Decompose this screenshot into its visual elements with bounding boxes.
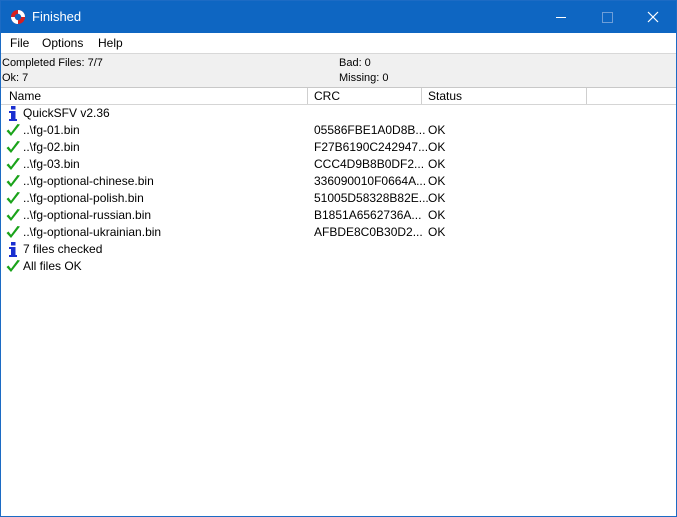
ok-count-label: Ok: 7 — [2, 72, 29, 84]
column-divider[interactable] — [421, 88, 422, 104]
row-name: All files OK — [23, 259, 82, 273]
row-crc: CCC4D9B8B0DF2... — [314, 157, 425, 171]
info-icon — [5, 105, 21, 122]
list-row[interactable]: ..\fg-02.bin F27B6190C242947... OK — [1, 139, 676, 156]
green-check-icon — [5, 258, 21, 275]
close-icon — [647, 11, 659, 23]
row-name: ..\fg-optional-chinese.bin — [23, 174, 154, 188]
green-check-icon — [5, 122, 21, 139]
green-check-icon — [5, 190, 21, 207]
row-status: OK — [428, 191, 446, 205]
quicksfv-window: Finished File Options Help Completed Fil… — [0, 0, 677, 517]
missing-count-label: Missing: 0 — [339, 72, 389, 84]
row-name: ..\fg-optional-ukrainian.bin — [23, 225, 162, 239]
row-crc: F27B6190C242947... — [314, 140, 429, 154]
list-header: Name CRC Status — [1, 87, 676, 105]
summary-panel: Completed Files: 7/7 Ok: 7 Bad: 0 Missin… — [1, 53, 676, 88]
row-name: ..\fg-optional-russian.bin — [23, 208, 152, 222]
row-name: ..\fg-03.bin — [23, 157, 80, 171]
list-row[interactable]: ..\fg-optional-polish.bin 51005D58328B82E… — [1, 190, 676, 207]
green-check-icon — [5, 139, 21, 156]
menu-file[interactable]: File — [10, 36, 29, 50]
window-title: Finished — [32, 9, 82, 24]
list-row[interactable]: QuickSFV v2.36 — [1, 105, 676, 122]
row-name: ..\fg-01.bin — [23, 123, 80, 137]
list-row[interactable]: All files OK — [1, 258, 676, 275]
list-row[interactable]: ..\fg-optional-ukrainian.bin AFBDE8C0B30D… — [1, 224, 676, 241]
menu-bar: File Options Help — [1, 33, 676, 53]
row-status: OK — [428, 157, 446, 171]
bad-count-label: Bad: 0 — [339, 57, 371, 69]
row-crc: B1851A6562736A... — [314, 208, 422, 222]
title-bar[interactable]: Finished — [1, 1, 676, 33]
menu-options[interactable]: Options — [42, 36, 83, 50]
green-check-icon — [5, 173, 21, 190]
row-status: OK — [428, 174, 446, 188]
minimize-icon — [556, 17, 566, 18]
row-name: 7 files checked — [23, 242, 103, 256]
row-name: ..\fg-optional-polish.bin — [23, 191, 144, 205]
row-crc: 05586FBE1A0D8B... — [314, 123, 426, 137]
column-divider[interactable] — [586, 88, 587, 104]
row-crc: 336090010F0664A... — [314, 174, 427, 188]
list-row[interactable]: ..\fg-01.bin 05586FBE1A0D8B... OK — [1, 122, 676, 139]
row-status: OK — [428, 208, 446, 222]
maximize-icon — [602, 12, 613, 23]
row-crc: AFBDE8C0B30D2... — [314, 225, 423, 239]
list-row[interactable]: 7 files checked — [1, 241, 676, 258]
list-row[interactable]: ..\fg-optional-chinese.bin 336090010F0664… — [1, 173, 676, 190]
column-divider[interactable] — [307, 88, 308, 104]
column-header-name[interactable]: Name — [9, 89, 41, 103]
info-icon — [5, 241, 21, 258]
row-status: OK — [428, 140, 446, 154]
row-crc: 51005D58328B82E... — [314, 191, 429, 205]
row-status: OK — [428, 225, 446, 239]
maximize-button[interactable] — [584, 1, 630, 33]
row-name: ..\fg-02.bin — [23, 140, 80, 154]
row-status: OK — [428, 123, 446, 137]
minimize-button[interactable] — [538, 1, 584, 33]
column-header-status[interactable]: Status — [428, 89, 462, 103]
list-row[interactable]: ..\fg-optional-russian.bin B1851A6562736A… — [1, 207, 676, 224]
green-check-icon — [5, 156, 21, 173]
list-row[interactable]: ..\fg-03.bin CCC4D9B8B0DF2... OK — [1, 156, 676, 173]
green-check-icon — [5, 207, 21, 224]
completed-files-label: Completed Files: 7/7 — [2, 57, 103, 69]
menu-help[interactable]: Help — [98, 36, 123, 50]
close-button[interactable] — [630, 1, 676, 33]
lifebuoy-icon[interactable] — [10, 9, 26, 25]
column-header-crc[interactable]: CRC — [314, 89, 340, 103]
row-name: QuickSFV v2.36 — [23, 106, 110, 120]
green-check-icon — [5, 224, 21, 241]
